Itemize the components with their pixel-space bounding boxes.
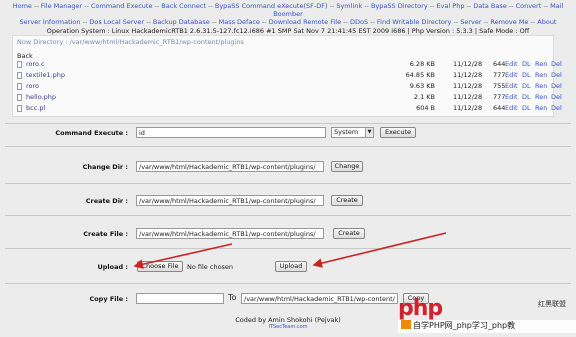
arrow-to-choose-file (133, 243, 233, 269)
logo-icon (401, 320, 411, 329)
watermark-logo: php (398, 296, 443, 321)
annotation-arrows (133, 232, 447, 269)
watermark: php 红黑联盟 自学PHP网_php学习_php教 (398, 296, 576, 337)
watermark-tagline-text: 自学PHP网_php学习_php教 (413, 321, 516, 330)
watermark-tagline: 自学PHP网_php学习_php教 (398, 320, 576, 333)
arrow-to-upload-button (312, 232, 447, 268)
watermark-brand: 红黑联盟 (538, 300, 566, 308)
